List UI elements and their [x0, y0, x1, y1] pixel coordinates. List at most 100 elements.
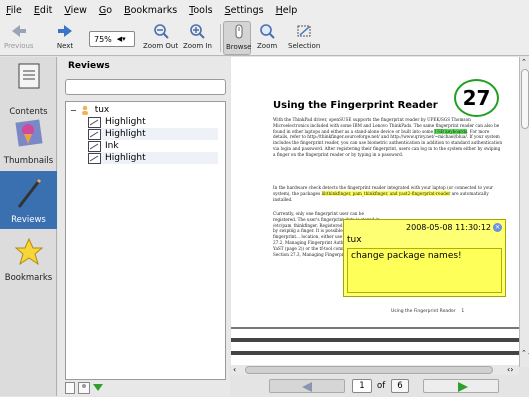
panel-bottom-bar [65, 381, 103, 397]
zoom-out-button[interactable]: Zoom Out [143, 22, 178, 50]
person-filter-icon[interactable] [78, 381, 90, 397]
page-number-input[interactable]: 1 [352, 379, 372, 393]
tree-author-row[interactable]: − tux [70, 104, 109, 116]
horizontal-scroll-thumb[interactable] [245, 366, 493, 374]
person-icon [81, 105, 89, 115]
menu-edit[interactable]: Edit [34, 5, 52, 16]
star-icon [14, 237, 44, 270]
hand-icon [230, 23, 248, 41]
menu-file[interactable]: File [6, 5, 22, 16]
previous-label: Previous [4, 42, 34, 50]
zoom-tool-button[interactable]: Zoom [257, 22, 277, 50]
menu-go[interactable]: Go [99, 5, 112, 16]
sidebar-label-reviews: Reviews [11, 215, 46, 225]
chevron-down-icon: ◀▾ [116, 35, 126, 43]
footer-page: 1 [461, 309, 465, 314]
next-page-button[interactable] [423, 379, 499, 393]
next-label: Next [56, 42, 74, 50]
annotation-icon [88, 152, 101, 164]
collapse-icon: − [70, 105, 77, 115]
zoom-out-label: Zoom Out [143, 42, 179, 50]
selection-button[interactable]: Selection [288, 22, 320, 50]
rule-line [231, 338, 519, 342]
p1-highlight: USB keyboards [434, 128, 468, 134]
chevron-up-icon[interactable]: ⌃ [521, 58, 527, 66]
next-button[interactable]: Next [56, 22, 74, 50]
zoom-tool-label: Zoom [257, 42, 278, 50]
previous-page-button[interactable] [269, 379, 345, 393]
tree-item-label: Highlight [105, 117, 146, 127]
tree-item-highlight-3[interactable]: Highlight [88, 152, 218, 164]
panel-title: Reviews [68, 61, 110, 71]
sidebar-item-bookmarks[interactable]: Bookmarks [0, 231, 57, 287]
sidebar: Contents Thumbnails Reviews Bookmarks [0, 57, 57, 396]
pencil-icon [14, 177, 44, 214]
footer-text: Using the Fingerprint Reader [391, 309, 456, 314]
thumbnails-icon [14, 118, 44, 151]
note-body[interactable]: change package names! [347, 248, 502, 293]
p2-highlight: libthinkfinger, pam_thinkfinger, and yas… [321, 190, 451, 196]
tree-item-label: Ink [105, 141, 119, 151]
arrow-right-icon [56, 22, 74, 40]
contents-icon [18, 63, 40, 92]
zoom-value: 75% [94, 34, 112, 44]
paragraph-2: In the hardware check detects the finger… [273, 185, 503, 202]
chevron-left-right-icon[interactable]: ‹› [507, 365, 513, 374]
menu-view[interactable]: View [64, 5, 87, 16]
page-footer: Using the Fingerprint Reader 1 [391, 309, 464, 314]
zoom-in-icon [188, 22, 206, 40]
total-pages: 6 [391, 379, 409, 393]
horizontal-scrollbar[interactable]: ‹ ‹› [231, 365, 519, 375]
sidebar-label-bookmarks: Bookmarks [4, 273, 53, 283]
popup-note[interactable]: 2008-05-08 11:30:12 × tux change package… [343, 219, 506, 297]
annotation-icon [88, 128, 101, 140]
browse-label: Browse [226, 43, 252, 51]
vertical-scrollbar[interactable]: ⌃ ⌃⌄ [519, 57, 529, 367]
browse-inner: Browse [226, 23, 252, 51]
sidebar-item-thumbnails[interactable]: Thumbnails [0, 112, 57, 170]
page-navigation: 1 of 6 [231, 375, 529, 396]
sidebar-item-reviews[interactable]: Reviews [0, 171, 57, 229]
menu-bar: File Edit View Go Bookmarks Tools Settin… [0, 0, 529, 20]
chevron-up-down-icon[interactable]: ⌃⌄ [521, 349, 529, 357]
zoom-in-label: Zoom In [183, 42, 212, 50]
selection-icon [295, 22, 313, 40]
close-icon[interactable]: × [493, 223, 502, 232]
zoom-select[interactable]: 75% ◀▾ [89, 31, 135, 47]
triangle-right-icon [458, 382, 468, 392]
circled-page-number: 27 [454, 79, 499, 117]
tree-item-label: Highlight [105, 153, 146, 163]
triangle-down-icon[interactable] [93, 383, 103, 395]
browse-button[interactable]: Browse [223, 21, 252, 55]
arrow-left-icon [10, 22, 28, 40]
menu-bookmarks[interactable]: Bookmarks [124, 5, 177, 16]
menu-tools[interactable]: Tools [189, 5, 212, 16]
of-label: of [377, 381, 386, 391]
menu-settings[interactable]: Settings [225, 5, 264, 16]
page-heading: Using the Fingerprint Reader [273, 100, 438, 111]
tree-item-ink[interactable]: Ink [88, 140, 119, 152]
magnifier-icon [258, 22, 276, 40]
chevron-left-icon[interactable]: ‹ [233, 365, 236, 374]
sidebar-label-thumbnails: Thumbnails [3, 156, 54, 166]
toolbar: Previous Next Zoom Out Zoom In Zoom Sele… [0, 20, 529, 56]
annotation-icon [88, 116, 101, 128]
zoom-out-icon [152, 22, 170, 40]
annotation-icon [88, 140, 101, 152]
document-view[interactable]: 27 Using the Fingerprint Reader With the… [231, 57, 519, 367]
zoom-in-button[interactable]: Zoom In [183, 22, 212, 50]
reviews-panel: Reviews − tux Highlight Highlight Ink Hi… [58, 57, 230, 396]
circled-number: 27 [462, 86, 491, 110]
tree-author: tux [94, 105, 110, 115]
menu-help[interactable]: Help [276, 5, 298, 16]
review-search-input[interactable] [65, 79, 226, 95]
previous-button[interactable]: Previous [4, 22, 34, 50]
page-icon[interactable] [65, 381, 75, 397]
tree-item-highlight-1[interactable]: Highlight [88, 116, 146, 128]
review-tree: − tux Highlight Highlight Ink Highlight [65, 101, 226, 380]
paragraph-1: With the ThinkPad driver, openSUSE suppo… [273, 117, 503, 158]
tree-item-highlight-2[interactable]: Highlight [88, 128, 218, 140]
selection-label: Selection [288, 42, 321, 50]
vertical-scroll-thumb[interactable] [521, 69, 529, 129]
tree-item-label: Highlight [105, 129, 146, 139]
